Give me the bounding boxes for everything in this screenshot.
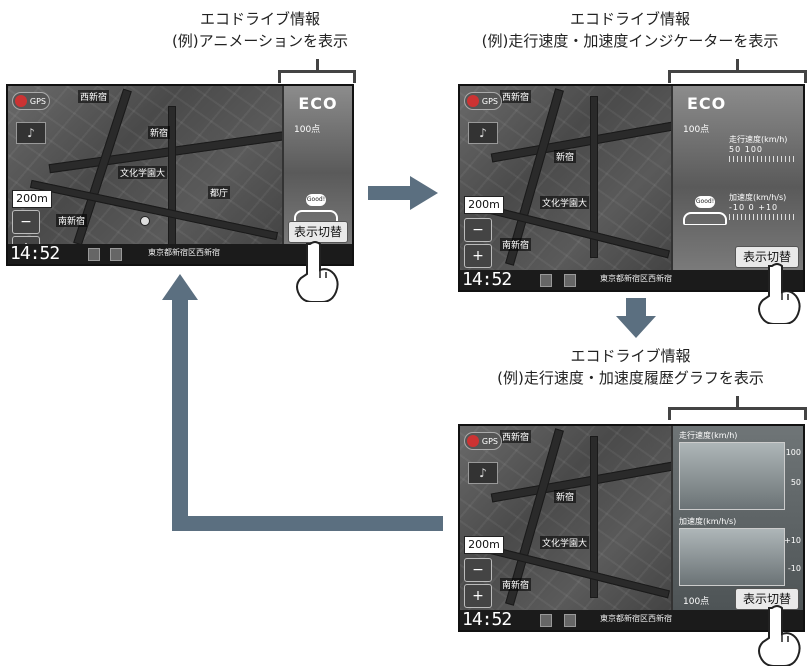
map-view[interactable]: 西新宿 新宿 文化学園大 南新宿 GPS ♪ 200m − + [460, 86, 692, 270]
speed-graph-label: 走行速度(km/h) [679, 431, 738, 440]
map-place: 南新宿 [56, 214, 88, 227]
speed-indicator-ticks: 50 100 [729, 145, 763, 154]
gps-button[interactable]: GPS [464, 92, 502, 110]
accel-graph-label: 加速度(km/h/s) [679, 517, 737, 526]
nav-screen-graph: 西新宿 新宿 文化学園大 南新宿 GPS ♪ 200m − + 走行速度(km/… [458, 424, 805, 632]
eco-icon [564, 274, 576, 287]
eco-animation-panel: ECO 100点 Good! 表示切替 [282, 86, 352, 244]
eco-title: ECO [687, 94, 727, 113]
map-place: 西新宿 [500, 90, 532, 103]
music-icon[interactable]: ♪ [468, 462, 498, 484]
eco-icon [564, 614, 576, 627]
gps-button[interactable]: GPS [12, 92, 50, 110]
eco-title: ECO [298, 94, 338, 113]
speed-history-graph [679, 442, 785, 510]
vics-icon [540, 274, 552, 287]
speed-indicator: 走行速度(km/h) 50 100 [729, 134, 795, 162]
eco-car-animation-icon: Good! [294, 194, 338, 224]
eco-indicator-panel: ECO 100点 Good! 走行速度(km/h) 50 100 加速度(km/… [671, 86, 803, 270]
arrow-right-icon [368, 176, 438, 210]
speed-axis-top: 100 [785, 448, 801, 457]
accel-axis-top: +10 [784, 536, 801, 545]
clock: 14:52 [10, 243, 60, 264]
accel-indicator: 加速度(km/h/s) -10 0 +10 [729, 192, 795, 220]
zoom-in-button[interactable]: + [464, 244, 492, 268]
finger-tap-icon [758, 263, 801, 324]
scale-indicator: 200m [12, 190, 52, 208]
bracket-top-right [668, 59, 807, 83]
eco-car-animation-icon: Good! [683, 196, 727, 226]
map-place: 文化学園大 [540, 196, 590, 209]
eco-score: 100点 [683, 125, 710, 135]
caption-desc: (例)走行速度・加速度履歴グラフを表示 [497, 369, 764, 387]
caption-desc: (例)アニメーションを表示 [171, 32, 349, 50]
eco-score: 100点 [294, 125, 321, 135]
eco-score: 100点 [683, 597, 710, 607]
map-place: 文化学園大 [118, 166, 168, 179]
caption-animation: エコドライブ情報 (例)アニメーションを表示 [150, 8, 370, 52]
speed-indicator-title: 走行速度(km/h) [729, 135, 788, 144]
caption-graph: エコドライブ情報 (例)走行速度・加速度履歴グラフを表示 [458, 345, 803, 389]
finger-tap-icon [296, 241, 339, 302]
accel-indicator-ticks: -10 0 +10 [729, 203, 779, 212]
zoom-out-button[interactable]: − [12, 210, 40, 234]
address: 東京都新宿区西新宿 [600, 614, 672, 623]
map-place: 南新宿 [500, 238, 532, 251]
finger-tap-icon [758, 605, 801, 666]
clock: 14:52 [462, 609, 512, 630]
caption-desc: (例)走行速度・加速度インジケーターを表示 [481, 32, 779, 50]
vics-icon [540, 614, 552, 627]
accel-history-graph [679, 528, 785, 586]
gps-button[interactable]: GPS [464, 432, 502, 450]
map-place: 都庁 [208, 186, 231, 199]
nav-screen-animation: 西新宿 新宿 文化学園大 都庁 南新宿 GPS ♪ 200m − + ECO 1… [6, 84, 354, 266]
clock: 14:52 [462, 269, 512, 290]
map-view[interactable]: 西新宿 新宿 文化学園大 都庁 南新宿 GPS ♪ 200m − + [8, 86, 310, 260]
vics-icon [88, 248, 100, 261]
zoom-out-button[interactable]: − [464, 558, 492, 582]
address: 東京都新宿区西新宿 [600, 274, 672, 283]
speed-axis-mid: 50 [790, 478, 801, 487]
eco-icon [110, 248, 122, 261]
map-place: 南新宿 [500, 578, 532, 591]
bracket-top-left [278, 59, 356, 83]
bracket-bottom-right [668, 396, 807, 420]
eco-graph-panel: 走行速度(km/h) 100 50 加速度(km/h/s) +10 -10 10… [671, 426, 803, 610]
zoom-in-button[interactable]: + [464, 584, 492, 608]
caption-title: エコドライブ情報 [569, 10, 690, 28]
caption-title: エコドライブ情報 [570, 347, 691, 365]
zoom-out-button[interactable]: − [464, 218, 492, 242]
caption-title: エコドライブ情報 [199, 10, 320, 28]
accel-axis-bottom: -10 [787, 564, 801, 573]
map-place: 文化学園大 [540, 536, 590, 549]
map-place: 新宿 [554, 150, 577, 163]
map-place: 西新宿 [500, 430, 532, 443]
scale-indicator: 200m [464, 536, 504, 554]
arrow-down-icon [616, 298, 656, 338]
scale-indicator: 200m [464, 196, 504, 214]
map-place: 西新宿 [78, 90, 110, 103]
nav-screen-indicator: 西新宿 新宿 文化学園大 南新宿 GPS ♪ 200m − + ECO 100点… [458, 84, 805, 292]
map-place: 新宿 [554, 490, 577, 503]
map-view[interactable]: 西新宿 新宿 文化学園大 南新宿 GPS ♪ 200m − + [460, 426, 692, 610]
music-icon[interactable]: ♪ [16, 122, 46, 144]
map-place: 新宿 [148, 126, 171, 139]
music-icon[interactable]: ♪ [468, 122, 498, 144]
address: 東京都新宿区西新宿 [148, 248, 220, 257]
accel-indicator-title: 加速度(km/h/s) [729, 193, 787, 202]
caption-indicator: エコドライブ情報 (例)走行速度・加速度インジケーターを表示 [455, 8, 805, 52]
